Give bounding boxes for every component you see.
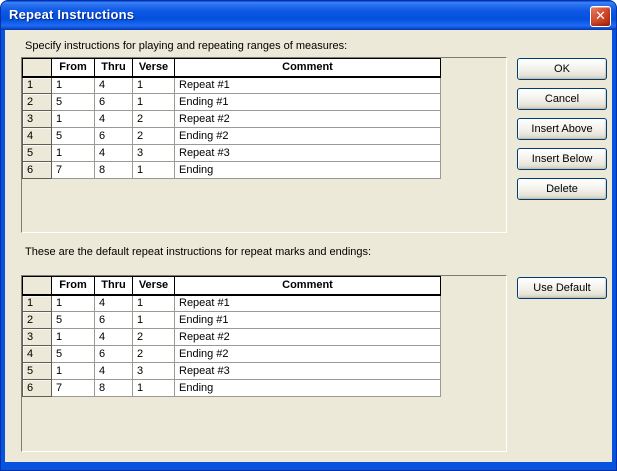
repeat-instructions-table: FromThruVerseComment1141Repeat #12561End… [22, 58, 441, 179]
table-row: 4562Ending #2 [23, 346, 441, 363]
cell-verse[interactable]: 1 [133, 312, 175, 329]
cell-verse[interactable]: 2 [133, 346, 175, 363]
cell-comment[interactable]: Repeat #1 [175, 77, 441, 94]
table-row: 6781Ending [23, 162, 441, 179]
row-header[interactable]: 6 [23, 162, 52, 179]
corner-header-cell [23, 277, 52, 295]
cell-thru[interactable]: 8 [95, 380, 133, 397]
table-row: 3142Repeat #2 [23, 329, 441, 346]
cell-verse[interactable]: 2 [133, 111, 175, 128]
window-title: Repeat Instructions [9, 7, 134, 22]
cell-thru[interactable]: 8 [95, 162, 133, 179]
table-row: 1141Repeat #1 [23, 295, 441, 312]
cell-thru[interactable]: 6 [95, 312, 133, 329]
column-header-comment: Comment [175, 59, 441, 77]
repeat-instructions-panel: FromThruVerseComment1141Repeat #12561End… [21, 57, 507, 233]
close-icon[interactable]: ✕ [590, 6, 611, 27]
row-header[interactable]: 1 [23, 295, 52, 312]
row-header[interactable]: 3 [23, 111, 52, 128]
table-row: 2561Ending #1 [23, 94, 441, 111]
row-header[interactable]: 3 [23, 329, 52, 346]
cell-from[interactable]: 1 [52, 329, 95, 346]
ok-button[interactable]: OK [517, 58, 607, 80]
use-default-button[interactable]: Use Default [517, 277, 607, 299]
cell-comment[interactable]: Repeat #2 [175, 111, 441, 128]
table-row: 6781Ending [23, 380, 441, 397]
column-header-from: From [52, 277, 95, 295]
cell-comment[interactable]: Ending [175, 380, 441, 397]
title-bar[interactable]: Repeat Instructions ✕ [1, 1, 616, 30]
dialog-body: Specify instructions for playing and rep… [5, 30, 612, 462]
row-header[interactable]: 2 [23, 94, 52, 111]
insert-above-button[interactable]: Insert Above [517, 118, 607, 140]
cell-verse[interactable]: 1 [133, 77, 175, 94]
cell-thru[interactable]: 4 [95, 363, 133, 380]
repeat-instructions-dialog: Repeat Instructions ✕ Specify instructio… [0, 0, 617, 471]
cell-thru[interactable]: 6 [95, 346, 133, 363]
cell-verse[interactable]: 1 [133, 94, 175, 111]
cell-verse[interactable]: 3 [133, 363, 175, 380]
cell-from[interactable]: 1 [52, 145, 95, 162]
cell-from[interactable]: 5 [52, 312, 95, 329]
cell-from[interactable]: 5 [52, 128, 95, 145]
row-header[interactable]: 5 [23, 363, 52, 380]
row-header[interactable]: 1 [23, 77, 52, 94]
row-header[interactable]: 6 [23, 380, 52, 397]
table-row: 5143Repeat #3 [23, 363, 441, 380]
cell-from[interactable]: 1 [52, 77, 95, 94]
cell-from[interactable]: 5 [52, 346, 95, 363]
cell-verse[interactable]: 1 [133, 295, 175, 312]
table-row: 1141Repeat #1 [23, 77, 441, 94]
column-header-thru: Thru [95, 59, 133, 77]
cell-from[interactable]: 7 [52, 162, 95, 179]
cell-verse[interactable]: 3 [133, 145, 175, 162]
cell-comment[interactable]: Repeat #3 [175, 363, 441, 380]
column-header-from: From [52, 59, 95, 77]
column-header-comment: Comment [175, 277, 441, 295]
table-row: 4562Ending #2 [23, 128, 441, 145]
row-header[interactable]: 4 [23, 346, 52, 363]
column-header-thru: Thru [95, 277, 133, 295]
default-repeat-instructions-panel: FromThruVerseComment1141Repeat #12561End… [21, 275, 507, 452]
cell-from[interactable]: 5 [52, 94, 95, 111]
cell-from[interactable]: 1 [52, 295, 95, 312]
cell-thru[interactable]: 6 [95, 128, 133, 145]
cell-comment[interactable]: Ending #2 [175, 346, 441, 363]
section1-label: Specify instructions for playing and rep… [25, 40, 347, 52]
column-header-verse: Verse [133, 59, 175, 77]
row-header[interactable]: 4 [23, 128, 52, 145]
cell-thru[interactable]: 4 [95, 329, 133, 346]
cancel-button[interactable]: Cancel [517, 88, 607, 110]
cell-from[interactable]: 1 [52, 111, 95, 128]
cell-verse[interactable]: 2 [133, 329, 175, 346]
cell-verse[interactable]: 1 [133, 162, 175, 179]
table-row: 2561Ending #1 [23, 312, 441, 329]
cell-comment[interactable]: Ending #1 [175, 312, 441, 329]
cell-comment[interactable]: Ending #2 [175, 128, 441, 145]
column-header-verse: Verse [133, 277, 175, 295]
cell-verse[interactable]: 2 [133, 128, 175, 145]
cell-thru[interactable]: 4 [95, 295, 133, 312]
default-repeat-instructions-table: FromThruVerseComment1141Repeat #12561End… [22, 276, 441, 397]
cell-from[interactable]: 1 [52, 363, 95, 380]
insert-below-button[interactable]: Insert Below [517, 148, 607, 170]
cell-thru[interactable]: 4 [95, 111, 133, 128]
cell-thru[interactable]: 6 [95, 94, 133, 111]
cell-comment[interactable]: Repeat #3 [175, 145, 441, 162]
cell-comment[interactable]: Ending [175, 162, 441, 179]
table-row: 5143Repeat #3 [23, 145, 441, 162]
table-row: 3142Repeat #2 [23, 111, 441, 128]
row-header[interactable]: 5 [23, 145, 52, 162]
section2-label: These are the default repeat instruction… [25, 246, 371, 258]
row-header[interactable]: 2 [23, 312, 52, 329]
cell-from[interactable]: 7 [52, 380, 95, 397]
cell-comment[interactable]: Repeat #2 [175, 329, 441, 346]
corner-header-cell [23, 59, 52, 77]
delete-button[interactable]: Delete [517, 178, 607, 200]
cell-comment[interactable]: Ending #1 [175, 94, 441, 111]
cell-comment[interactable]: Repeat #1 [175, 295, 441, 312]
cell-thru[interactable]: 4 [95, 145, 133, 162]
cell-thru[interactable]: 4 [95, 77, 133, 94]
cell-verse[interactable]: 1 [133, 380, 175, 397]
